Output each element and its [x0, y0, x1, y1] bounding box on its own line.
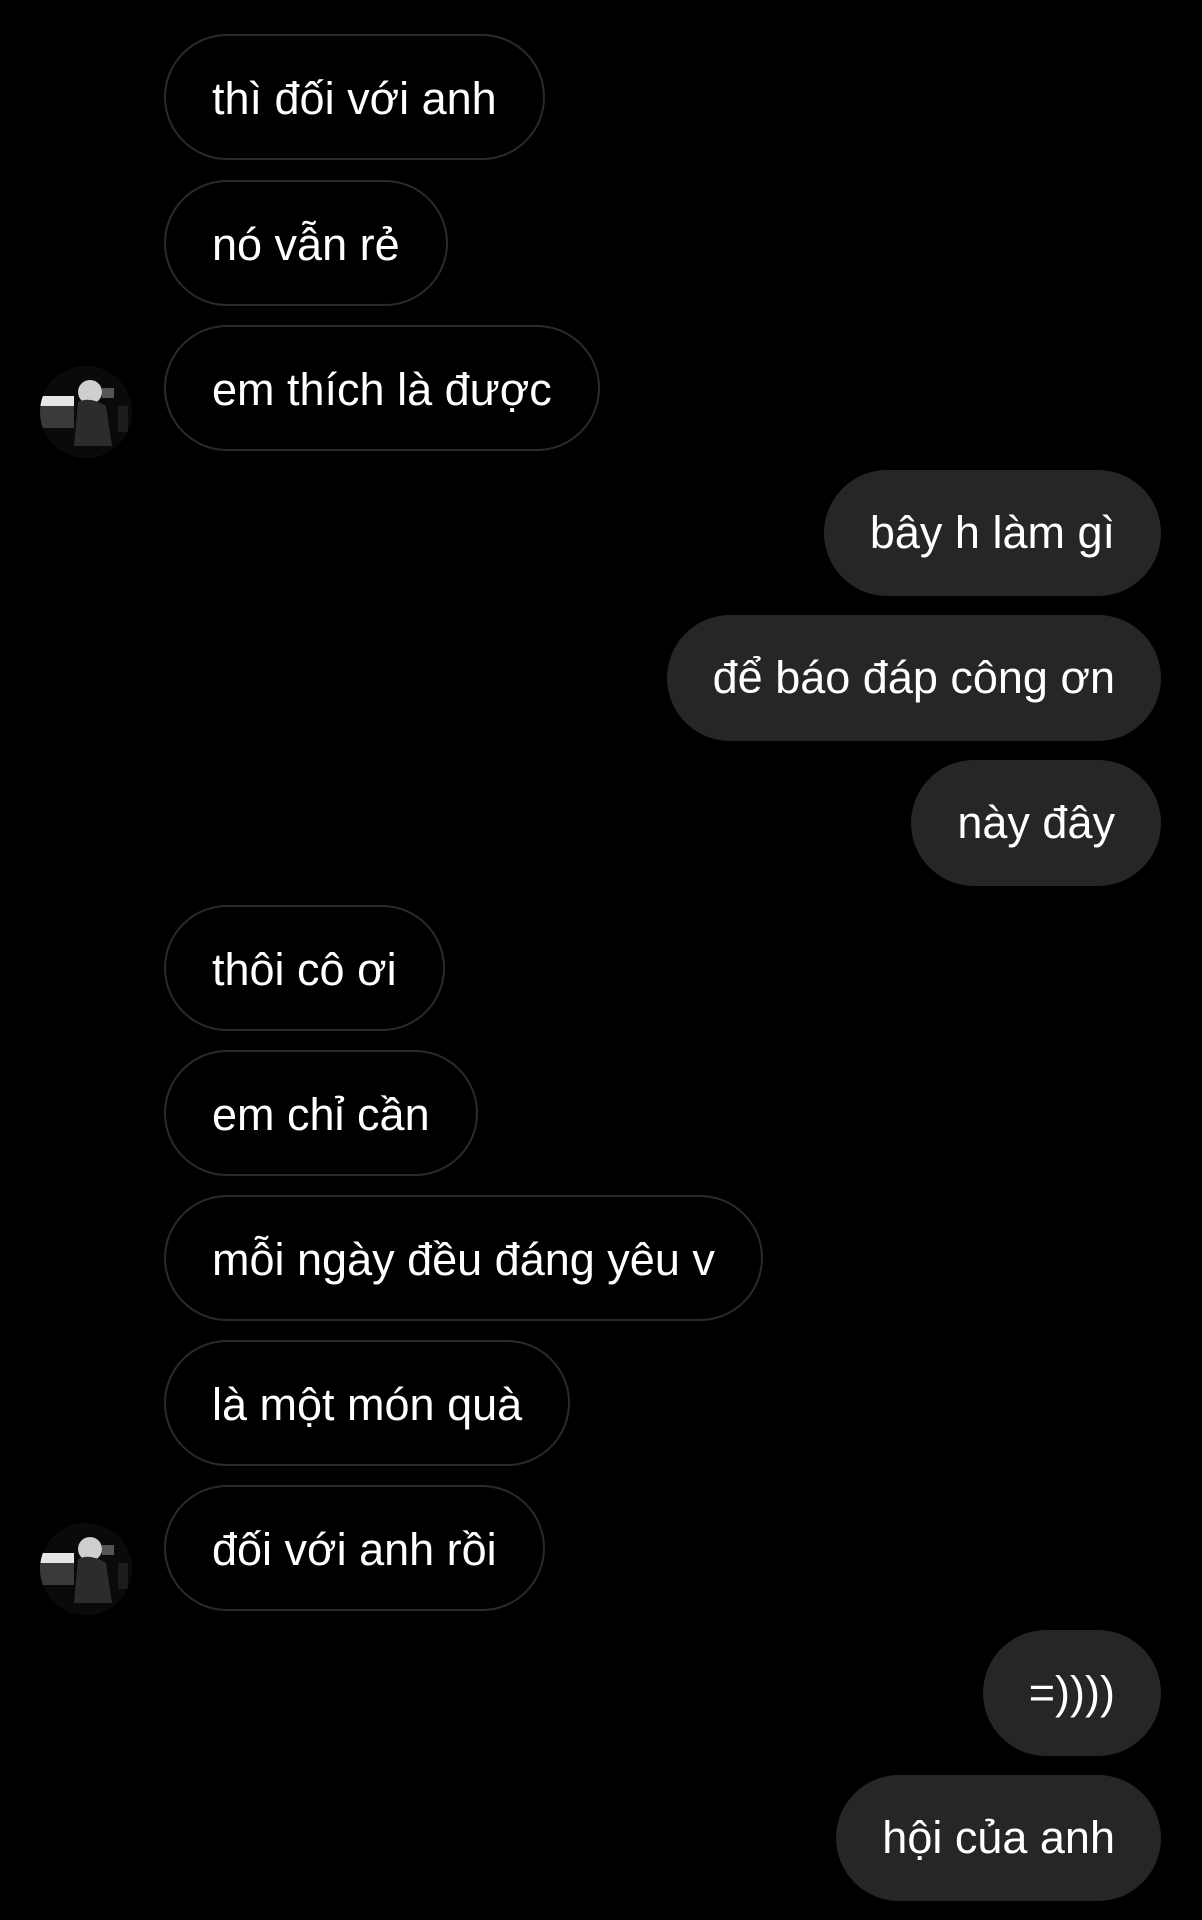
message-text: =)))): [1028, 1667, 1115, 1718]
message-text: hội của anh: [882, 1812, 1115, 1863]
incoming-message-bubble[interactable]: thôi cô ơi: [164, 905, 445, 1031]
message-text: thôi cô ơi: [212, 944, 397, 995]
incoming-message-bubble[interactable]: em thích là được: [164, 325, 600, 451]
message-text: nó vẫn rẻ: [212, 219, 400, 270]
outgoing-message-bubble[interactable]: này đây: [911, 760, 1161, 886]
message-text: này đây: [957, 797, 1115, 848]
outgoing-message-bubble[interactable]: =)))): [982, 1630, 1161, 1756]
incoming-message-bubble[interactable]: em chỉ cần: [164, 1050, 478, 1176]
outgoing-message-bubble[interactable]: hội của anh: [836, 1775, 1161, 1901]
outgoing-message-bubble[interactable]: bây h làm gì: [823, 470, 1161, 596]
message-text: bây h làm gì: [869, 507, 1115, 558]
message-text: là một món quà: [212, 1379, 523, 1430]
message-text: em thích là được: [212, 364, 552, 415]
outgoing-message-bubble[interactable]: để báo đáp công ơn: [666, 615, 1161, 741]
message-text: đối với anh rồi: [212, 1524, 497, 1575]
message-text: mỗi ngày đều đáng yêu v: [212, 1234, 715, 1285]
contact-avatar[interactable]: [40, 1523, 132, 1615]
contact-avatar[interactable]: [40, 366, 132, 458]
avatar-photo-icon: [40, 1523, 132, 1615]
incoming-message-bubble[interactable]: mỗi ngày đều đáng yêu v: [164, 1195, 763, 1321]
incoming-message-bubble[interactable]: thì đối với anh: [164, 34, 545, 160]
incoming-message-bubble[interactable]: là một món quà: [164, 1340, 571, 1466]
message-thread: thì đối với anh nó vẫn rẻ em thích là đư…: [0, 0, 1202, 1920]
incoming-message-bubble[interactable]: nó vẫn rẻ: [164, 180, 448, 306]
incoming-message-bubble[interactable]: đối với anh rồi: [164, 1485, 545, 1611]
message-text: thì đối với anh: [212, 73, 497, 124]
avatar-photo-icon: [40, 366, 132, 458]
message-text: em chỉ cần: [212, 1089, 430, 1140]
message-text: để báo đáp công ơn: [712, 652, 1115, 703]
